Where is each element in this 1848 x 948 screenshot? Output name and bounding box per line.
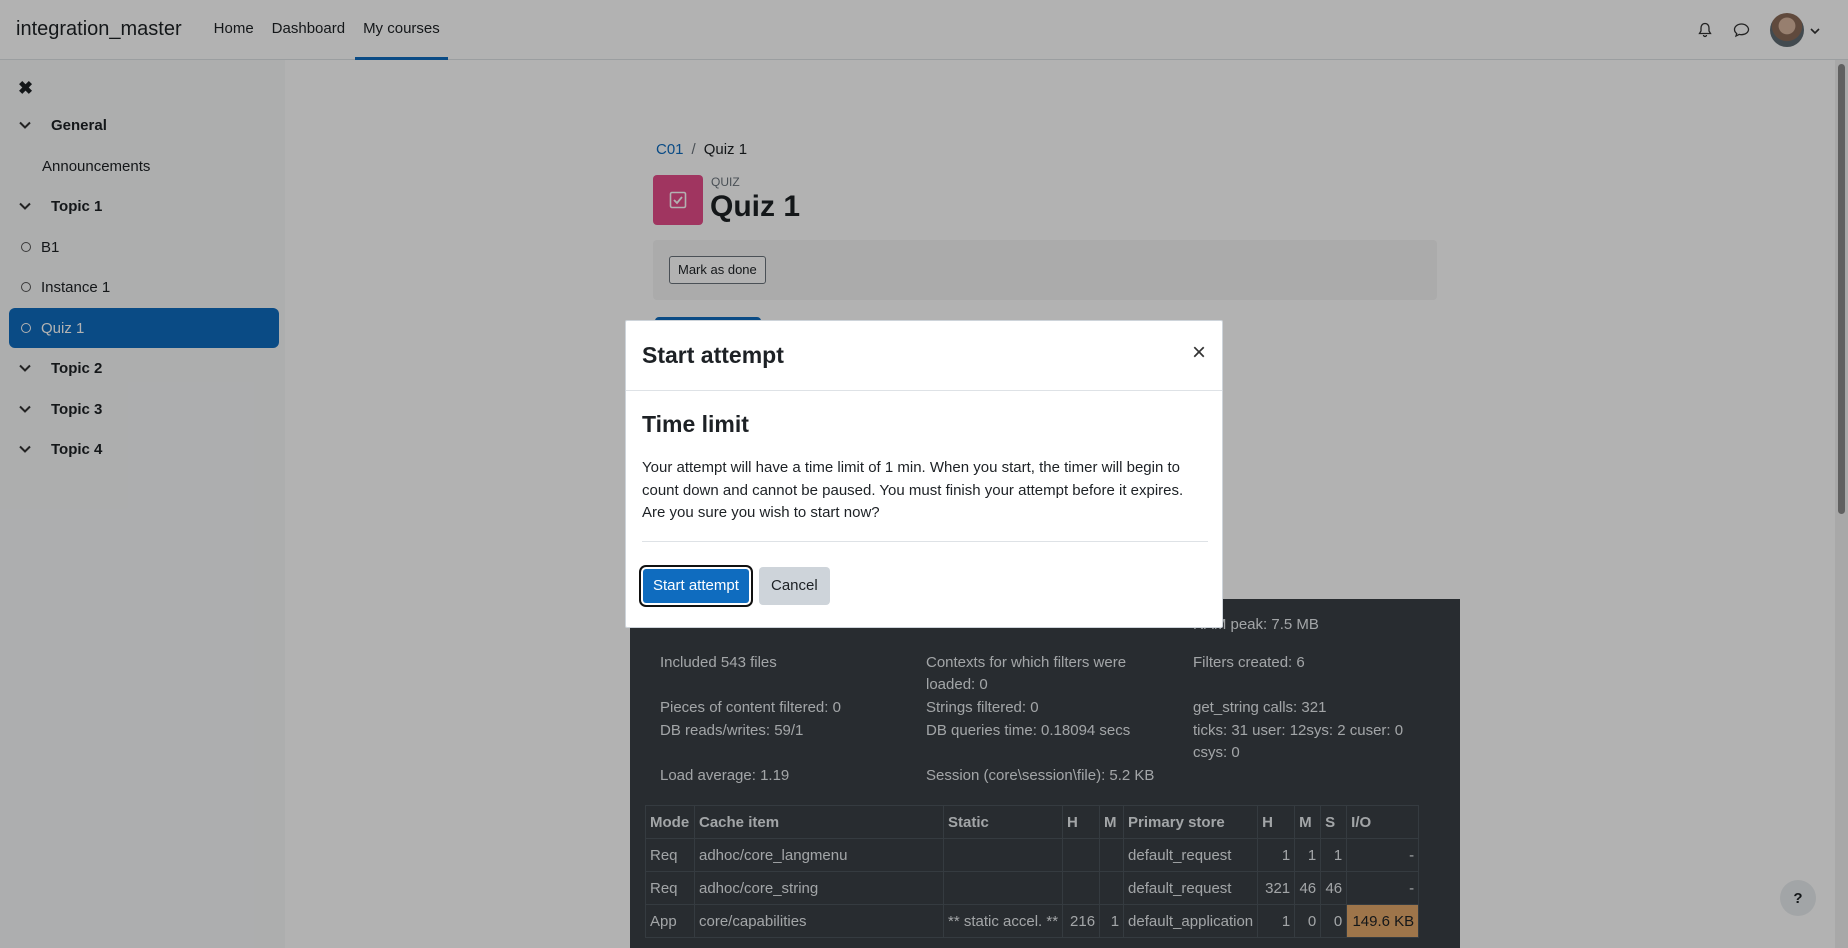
close-icon[interactable]: × — [1192, 341, 1206, 365]
modal-header: Start attempt × — [626, 321, 1222, 391]
time-limit-heading: Time limit — [642, 411, 749, 437]
modal-body: Time limit Your attempt will have a time… — [626, 391, 1222, 627]
cancel-button[interactable]: Cancel — [759, 567, 830, 605]
modal-title: Start attempt — [642, 342, 784, 368]
start-attempt-modal: Start attempt × Time limit Your attempt … — [625, 320, 1223, 628]
start-attempt-button[interactable]: Start attempt — [643, 569, 749, 603]
time-limit-description: Your attempt will have a time limit of 1… — [642, 459, 1184, 521]
divider — [642, 541, 1208, 542]
